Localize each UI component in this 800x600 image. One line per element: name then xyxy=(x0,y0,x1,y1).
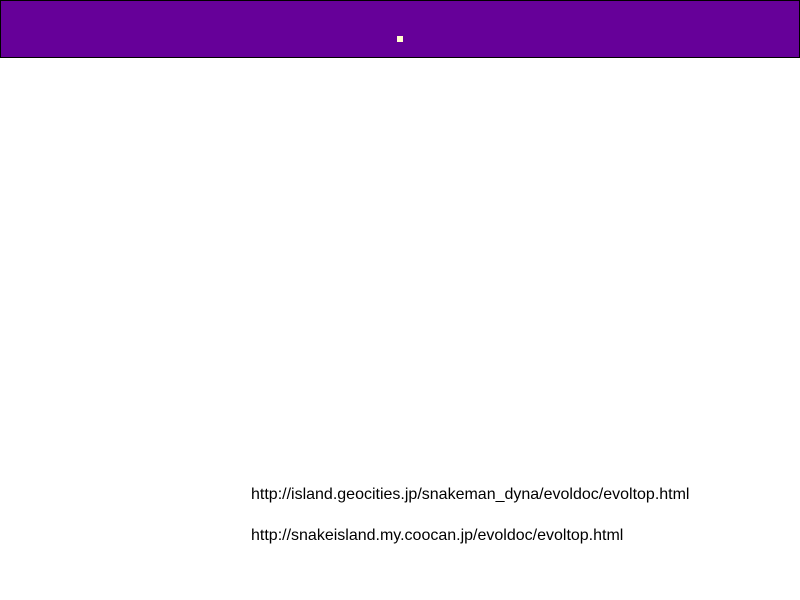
header-dot-marker xyxy=(397,36,403,42)
url-geocities: http://island.geocities.jp/snakeman_dyna… xyxy=(251,486,690,503)
url-coocan: http://snakeisland.my.coocan.jp/evoldoc/… xyxy=(251,527,624,544)
header-bar xyxy=(0,0,800,58)
